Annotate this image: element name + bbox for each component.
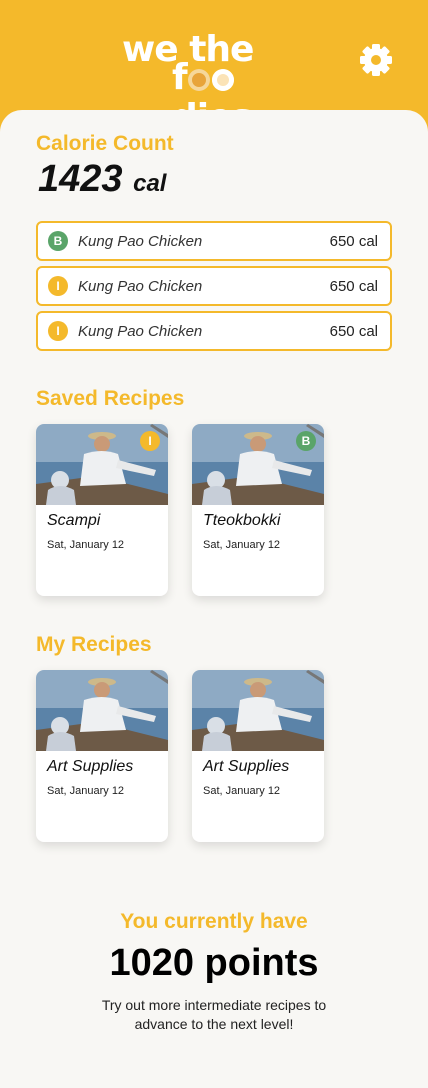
my-recipes-title: My Recipes [36, 633, 152, 656]
points-value: 1020 points [109, 942, 319, 984]
egg-plate-icon [211, 69, 234, 91]
meal-item[interactable]: I Kung Pao Chicken 650 cal [36, 266, 392, 306]
meal-item[interactable]: B Kung Pao Chicken 650 cal [36, 221, 392, 261]
calorie-total: 1423 cal [38, 158, 166, 201]
level-badge: I [48, 321, 68, 341]
food-plate-icon [187, 69, 210, 91]
level-badge: I [140, 431, 160, 451]
points-heading: You currently have [120, 910, 308, 933]
meal-name: Kung Pao Chicken [78, 323, 203, 340]
gear-icon[interactable] [358, 42, 394, 78]
recipe-date: Sat, January 12 [203, 539, 281, 551]
calorie-count-title: Calorie Count [36, 132, 174, 155]
recipe-date: Sat, January 12 [47, 785, 125, 797]
points-hint: Try out more intermediate recipes to adv… [101, 997, 327, 1032]
recipe-card[interactable]: B Tteokbokki Sat, January 12 [192, 424, 324, 596]
app-logo: we the fdies [122, 30, 312, 138]
recipe-title: Tteokbokki [203, 512, 281, 529]
meal-name: Kung Pao Chicken [78, 278, 203, 295]
recipe-card[interactable]: Art Supplies Sat, January 12 [192, 670, 324, 842]
recipe-title: Art Supplies [203, 758, 290, 775]
recipe-title: Scampi [47, 512, 101, 529]
recipe-card[interactable]: I Scampi Sat, January 12 [36, 424, 168, 596]
saved-recipes-title: Saved Recipes [36, 387, 185, 410]
recipe-date: Sat, January 12 [203, 785, 281, 797]
calorie-total-unit: cal [133, 170, 167, 197]
level-badge: I [48, 276, 68, 296]
logo-letter-f: f [172, 57, 188, 98]
meal-calories: 650 cal [329, 323, 378, 340]
recipe-title: Art Supplies [47, 758, 134, 775]
recipe-image [192, 670, 324, 751]
level-badge: B [48, 231, 68, 251]
recipe-card[interactable]: Art Supplies Sat, January 12 [36, 670, 168, 842]
meal-name: Kung Pao Chicken [78, 233, 203, 250]
recipe-image [36, 670, 168, 751]
meal-calories: 650 cal [329, 278, 378, 295]
recipe-date: Sat, January 12 [47, 539, 125, 551]
meal-item[interactable]: I Kung Pao Chicken 650 cal [36, 311, 392, 351]
app-header: we the fdies [0, 0, 428, 138]
calorie-total-value: 1423 [38, 158, 123, 200]
meal-calories: 650 cal [329, 233, 378, 250]
level-badge: B [296, 431, 316, 451]
